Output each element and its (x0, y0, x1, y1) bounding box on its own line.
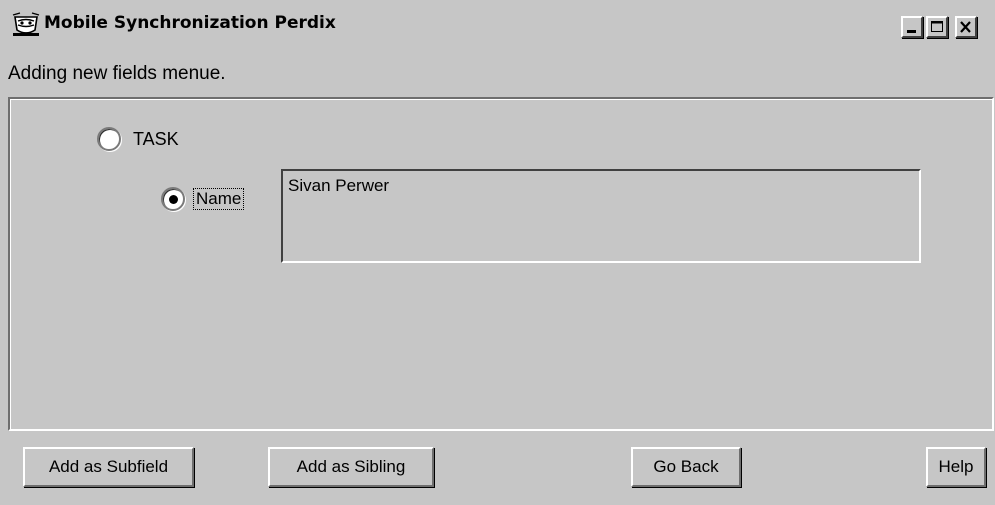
close-button[interactable] (955, 16, 977, 38)
minimize-icon (907, 30, 916, 33)
fields-panel: TASK Name Sivan Perwer (8, 97, 994, 431)
maximize-icon (931, 21, 943, 32)
task-radio-option[interactable]: TASK (97, 127, 179, 151)
add-as-subfield-button[interactable]: Add as Subfield (23, 447, 194, 487)
instruction-label: Adding new fields menue. (8, 63, 226, 84)
name-radio-option[interactable]: Name (161, 187, 245, 211)
name-radio-label[interactable]: Name (193, 188, 245, 210)
app-cup-icon[interactable] (12, 12, 40, 38)
name-text-field[interactable]: Sivan Perwer (281, 169, 921, 263)
radio-selected-dot (169, 195, 178, 204)
title-bar[interactable]: Mobile Synchronization Perdix (0, 0, 995, 44)
help-button[interactable]: Help (926, 447, 986, 487)
task-radio-button[interactable] (97, 127, 121, 151)
close-icon (960, 21, 971, 33)
maximize-button[interactable] (926, 16, 948, 38)
go-back-button[interactable]: Go Back (631, 447, 741, 487)
window-title: Mobile Synchronization Perdix (44, 13, 336, 33)
minimize-button[interactable] (901, 16, 923, 38)
task-radio-label[interactable]: TASK (133, 129, 179, 150)
name-radio-button[interactable] (161, 187, 185, 211)
add-as-sibling-button[interactable]: Add as Sibling (268, 447, 434, 487)
app-window: Mobile Synchronization Perdix Adding new… (0, 0, 995, 505)
